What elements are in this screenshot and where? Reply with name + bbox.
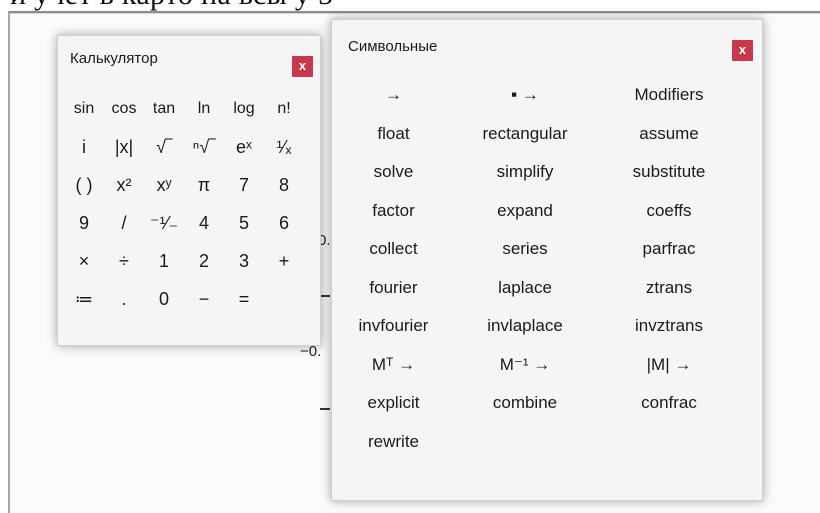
calculator-key[interactable]: + <box>264 242 304 280</box>
symbolic-title: Символьные <box>348 38 438 55</box>
calculator-key[interactable]: ÷ <box>104 242 144 280</box>
calculator-key[interactable]: eˣ <box>224 128 264 166</box>
calculator-key[interactable]: ⁻¹⁄₋ <box>144 204 184 242</box>
calculator-key[interactable]: . <box>104 280 144 318</box>
symbolic-keyword-button[interactable]: Modifiers <box>595 76 743 115</box>
calculator-key[interactable]: |x| <box>104 128 144 166</box>
calculator-key[interactable]: ⁿ√‾ <box>184 128 224 166</box>
symbolic-keyword-button[interactable]: rewrite <box>332 423 455 462</box>
symbolic-close-button[interactable]: x <box>732 40 753 61</box>
calculator-key[interactable]: 7 <box>224 166 264 204</box>
calculator-key[interactable]: log <box>224 90 264 128</box>
symbolic-keyword-button[interactable]: |M| → <box>595 346 743 385</box>
symbolic-keyword-button[interactable]: substitute <box>595 153 743 192</box>
symbolic-keyword-button[interactable]: Mᵀ → <box>332 346 455 385</box>
calculator-key[interactable]: = <box>224 280 264 318</box>
worksheet-border <box>10 13 820 14</box>
calculator-key[interactable]: ¹⁄ₓ <box>264 128 304 166</box>
calculator-title: Калькулятор <box>70 50 158 67</box>
symbolic-keyword-button[interactable]: invlaplace <box>455 307 595 346</box>
symbolic-keyword-button[interactable]: expand <box>455 192 595 231</box>
symbolic-keyword-button[interactable]: invztrans <box>595 307 743 346</box>
calculator-close-button[interactable]: x <box>292 56 313 77</box>
calculator-key[interactable]: sin <box>64 90 104 128</box>
calculator-key[interactable]: × <box>64 242 104 280</box>
symbolic-keyword-button[interactable]: ztrans <box>595 269 743 308</box>
calculator-key[interactable]: cos <box>104 90 144 128</box>
symbolic-keyword-button[interactable]: coeffs <box>595 192 743 231</box>
symbolic-keyword-button[interactable]: assume <box>595 115 743 154</box>
calculator-key[interactable]: ln <box>184 90 224 128</box>
calculator-key[interactable]: i <box>64 128 104 166</box>
calculator-keys: sin cos tan ln log n! i |x| √‾ ⁿ√‾ eˣ ¹⁄ₓ ( ) x² xʸ π 7 8… <box>64 90 308 318</box>
symbolic-keyword-button[interactable]: series <box>455 230 595 269</box>
plot-axis-tick <box>320 295 330 297</box>
calculator-key[interactable]: x² <box>104 166 144 204</box>
calculator-key[interactable]: 3 <box>224 242 264 280</box>
calculator-key[interactable]: 0 <box>144 280 184 318</box>
calculator-key[interactable]: 4 <box>184 204 224 242</box>
calculator-key[interactable]: 6 <box>264 204 304 242</box>
symbolic-keyword-button[interactable]: parfrac <box>595 230 743 269</box>
calculator-key[interactable]: ( ) <box>64 166 104 204</box>
symbolic-keyword-button[interactable]: confrac <box>595 384 743 423</box>
calculator-palette: Калькулятор x sin cos tan ln log n! i |x| √‾ ⁿ√‾ e… <box>57 35 321 346</box>
calculator-key[interactable]: 8 <box>264 166 304 204</box>
symbolic-keyword-button[interactable]: fourier <box>332 269 455 308</box>
symbolic-keyword-button[interactable]: → <box>332 76 455 115</box>
calculator-key[interactable]: − <box>184 280 224 318</box>
plot-axis-tick <box>320 408 330 410</box>
symbolic-keyword-button[interactable]: ▪ → <box>455 76 595 115</box>
symbolic-keyword-button[interactable]: invfourier <box>332 307 455 346</box>
calculator-key[interactable]: √‾ <box>144 128 184 166</box>
calculator-key[interactable]: / <box>104 204 144 242</box>
symbolic-keyword-button[interactable]: M⁻¹ → <box>455 346 595 385</box>
symbolic-keyword-button[interactable]: solve <box>332 153 455 192</box>
calculator-key[interactable]: 2 <box>184 242 224 280</box>
calculator-key[interactable]: π <box>184 166 224 204</box>
calculator-key[interactable]: 9 <box>64 204 104 242</box>
calculator-key[interactable]: xʸ <box>144 166 184 204</box>
symbolic-keyword-button[interactable]: collect <box>332 230 455 269</box>
calculator-key[interactable]: tan <box>144 90 184 128</box>
calculator-key[interactable]: 5 <box>224 204 264 242</box>
symbolic-palette: Символьные x → ▪ → Modifiers float rectangul… <box>331 19 763 501</box>
symbolic-keyword-button[interactable]: simplify <box>455 153 595 192</box>
symbolic-keyword-button[interactable]: float <box>332 115 455 154</box>
symbolic-keyword-button[interactable]: explicit <box>332 384 455 423</box>
symbolic-keyword-button[interactable]: rectangular <box>455 115 595 154</box>
symbolic-keyword-button[interactable]: laplace <box>455 269 595 308</box>
symbolic-keyword-button[interactable]: combine <box>455 384 595 423</box>
calculator-key[interactable]: ≔ <box>64 280 104 318</box>
calculator-key[interactable]: 1 <box>144 242 184 280</box>
symbolic-keys: → ▪ → Modifiers float rectangular assume solve… <box>332 76 752 461</box>
calculator-key[interactable]: n! <box>264 90 304 128</box>
symbolic-keyword-button[interactable]: factor <box>332 192 455 231</box>
